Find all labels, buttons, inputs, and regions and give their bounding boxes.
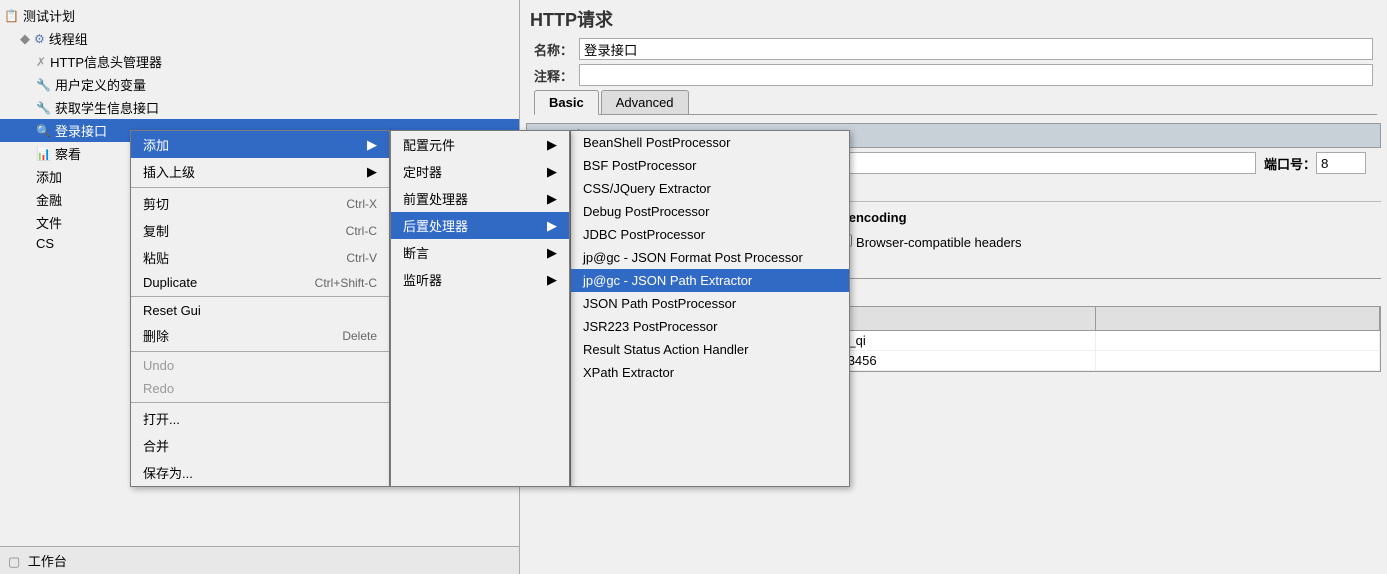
expand-icon: ◆ — [20, 31, 30, 47]
arrow-icon: ▶ — [547, 137, 557, 153]
context-menu-overlay: 添加 ▶ 插入上级 ▶ 剪切 Ctrl-X 复制 Ctrl-C 粘贴 Ctrl-… — [130, 130, 850, 487]
menu-item-copy[interactable]: 复制 Ctrl-C — [131, 217, 389, 244]
test-plan-icon: 📋 — [4, 9, 19, 23]
panel-title: HTTP请求 — [530, 6, 1377, 32]
submenu1-item-post[interactable]: 后置处理器 ▶ — [391, 212, 569, 239]
menu-item-redo: Redo — [131, 377, 389, 400]
col-value — [811, 307, 1095, 330]
arrow-icon: ▶ — [547, 191, 557, 207]
port-label: 端口号： — [1264, 154, 1316, 173]
tree-item-label: 添加 — [36, 167, 62, 186]
comment-label: 注释： — [534, 66, 579, 85]
submenu1-item-pre[interactable]: 前置处理器 ▶ — [391, 185, 569, 212]
observe-icon: 📊 — [36, 147, 51, 161]
tree-item-label: CS — [36, 236, 54, 251]
submenu2-debug[interactable]: Debug PostProcessor — [571, 200, 849, 223]
panel-header: HTTP请求 名称： 注释： Basic Advanced — [520, 0, 1387, 117]
param-extra-1 — [1096, 351, 1380, 370]
tabs-bar: Basic Advanced — [534, 90, 1377, 115]
menu-item-save-as[interactable]: 保存为... — [131, 459, 389, 486]
tree-item-label: 登录接口 — [55, 121, 107, 140]
login-icon: 🔍 — [36, 124, 51, 138]
arrow-icon: ▶ — [547, 272, 557, 288]
submenu2-jdbc[interactable]: JDBC PostProcessor — [571, 223, 849, 246]
tree-item-label: 文件 — [36, 213, 62, 232]
submenu1-item-timer[interactable]: 定时器 ▶ — [391, 158, 569, 185]
get-student-icon: 🔧 — [36, 101, 51, 115]
name-label: 名称： — [534, 40, 579, 59]
arrow-icon: ▶ — [547, 245, 557, 261]
submenu-2: BeanShell PostProcessor BSF PostProcesso… — [570, 130, 850, 487]
param-value-1: qX123456 — [811, 351, 1095, 370]
tree-item-test-plan[interactable]: 📋 测试计划 — [0, 4, 519, 27]
thread-group-icon: ⚙ — [34, 32, 45, 46]
menu-item-cut[interactable]: 剪切 Ctrl-X — [131, 190, 389, 217]
param-extra-0 — [1096, 331, 1380, 350]
browser-headers-check[interactable]: Browser-compatible headers — [839, 234, 1021, 250]
submenu1-item-listener[interactable]: 监听器 ▶ — [391, 266, 569, 293]
tree-item-label: 获取学生信息接口 — [55, 98, 159, 117]
tree-item-http-header[interactable]: ✗ HTTP信息头管理器 — [0, 50, 519, 73]
tree-item-thread-group[interactable]: ◆ ⚙ 线程组 — [0, 27, 519, 50]
col-extra — [1096, 307, 1380, 330]
submenu2-xpath[interactable]: XPath Extractor — [571, 361, 849, 384]
menu-item-add[interactable]: 添加 ▶ — [131, 131, 389, 158]
tree-item-label: 用户定义的变量 — [55, 75, 146, 94]
submenu2-jp-json-path[interactable]: jp@gc - JSON Path Extractor — [571, 269, 849, 292]
tree-item-get-student[interactable]: 🔧 获取学生信息接口 — [0, 96, 519, 119]
http-header-icon: ✗ — [36, 55, 46, 69]
menu-item-undo: Undo — [131, 354, 389, 377]
tree-item-user-var[interactable]: 🔧 用户定义的变量 — [0, 73, 519, 96]
menu-item-paste[interactable]: 粘贴 Ctrl-V — [131, 244, 389, 271]
workbench-bar: ▢ 工作台 — [0, 546, 519, 574]
submenu-1: 配置元件 ▶ 定时器 ▶ 前置处理器 ▶ 后置处理器 ▶ 断言 ▶ 监听器 ▶ — [390, 130, 570, 487]
submenu2-result-status[interactable]: Result Status Action Handler — [571, 338, 849, 361]
tree-item-label: 测试计划 — [23, 6, 75, 25]
param-value-0: cathy_qi — [811, 331, 1095, 350]
tree-item-label: 线程组 — [49, 29, 88, 48]
submenu2-beanshell[interactable]: BeanShell PostProcessor — [571, 131, 849, 154]
left-panel: 📋 测试计划 ◆ ⚙ 线程组 ✗ HTTP信息头管理器 🔧 用户定义的变量 🔧 … — [0, 0, 520, 574]
comment-input[interactable] — [579, 64, 1373, 86]
tree-item-label: 察看 — [55, 144, 81, 163]
arrow-icon: ▶ — [547, 218, 557, 234]
submenu1-item-assertion[interactable]: 断言 ▶ — [391, 239, 569, 266]
menu-item-open[interactable]: 打开... — [131, 405, 389, 432]
submenu2-css[interactable]: CSS/JQuery Extractor — [571, 177, 849, 200]
name-input[interactable] — [579, 38, 1373, 60]
arrow-icon: ▶ — [547, 164, 557, 180]
comment-row: 注释： — [530, 64, 1377, 86]
submenu1-item-config[interactable]: 配置元件 ▶ — [391, 131, 569, 158]
menu-item-duplicate[interactable]: Duplicate Ctrl+Shift-C — [131, 271, 389, 294]
workbench-icon: ▢ — [8, 554, 20, 569]
submenu2-json-path-post[interactable]: JSON Path PostProcessor — [571, 292, 849, 315]
submenu2-jp-json-format[interactable]: jp@gc - JSON Format Post Processor — [571, 246, 849, 269]
menu-item-reset-gui[interactable]: Reset Gui — [131, 299, 389, 322]
tab-basic[interactable]: Basic — [534, 90, 599, 115]
submenu2-bsf[interactable]: BSF PostProcessor — [571, 154, 849, 177]
arrow-icon: ▶ — [367, 164, 377, 180]
context-menu: 添加 ▶ 插入上级 ▶ 剪切 Ctrl-X 复制 Ctrl-C 粘贴 Ctrl-… — [130, 130, 390, 487]
tab-advanced[interactable]: Advanced — [601, 90, 689, 114]
menu-item-delete[interactable]: 删除 Delete — [131, 322, 389, 349]
submenu2-jsr223[interactable]: JSR223 PostProcessor — [571, 315, 849, 338]
name-row: 名称： — [530, 38, 1377, 60]
tree-item-label: 金融 — [36, 190, 62, 209]
menu-item-merge[interactable]: 合并 — [131, 432, 389, 459]
menu-item-insert-parent[interactable]: 插入上级 ▶ — [131, 158, 389, 185]
user-var-icon: 🔧 — [36, 78, 51, 92]
tree-item-label: HTTP信息头管理器 — [50, 52, 162, 71]
port-input[interactable] — [1316, 152, 1366, 174]
workbench-label: 工作台 — [28, 554, 67, 569]
arrow-icon: ▶ — [367, 137, 377, 153]
